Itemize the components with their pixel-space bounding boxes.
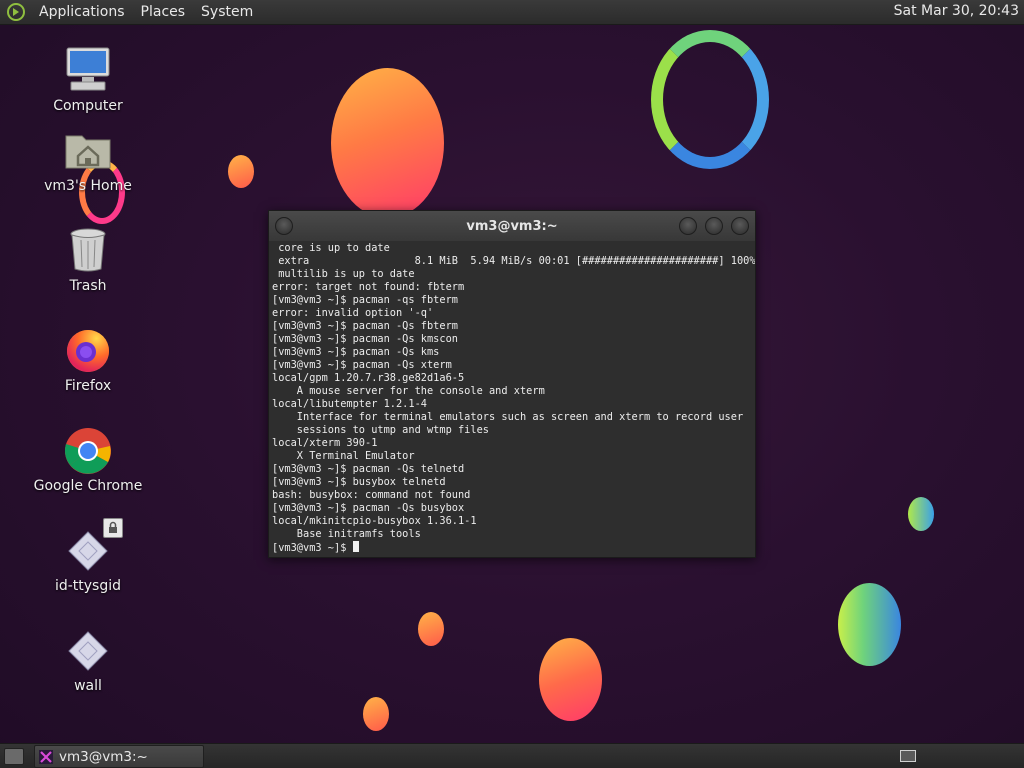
desktop-icon-firefox[interactable]: Firefox	[33, 324, 143, 394]
close-button[interactable]	[731, 217, 749, 235]
desktop-icon-label: wall	[74, 678, 102, 694]
show-desktop-icon[interactable]	[4, 748, 24, 765]
desktop-icon-label: id-ttysgid	[54, 578, 122, 594]
wallpaper-ring-large	[651, 30, 769, 169]
terminal-window[interactable]: vm3@vm3:~ core is up to date extra 8.1 M…	[268, 210, 756, 558]
taskbar-item-terminal[interactable]: vm3@vm3:~	[34, 745, 204, 768]
terminal-output: core is up to date extra 8.1 MiB 5.94 Mi…	[272, 242, 755, 554]
desktop-icon-home[interactable]: vm3's Home	[33, 124, 143, 194]
wallpaper-orange-dot-3	[363, 697, 389, 731]
terminal-prompt: [vm3@vm3 ~]$	[272, 542, 353, 554]
minimize-button[interactable]	[679, 217, 697, 235]
desktop-icon-id-ttysgid[interactable]: id-ttysgid	[33, 518, 143, 594]
wallpaper-orange-dot-2	[418, 612, 444, 646]
desktop-icon-computer[interactable]: Computer	[33, 44, 143, 114]
desktop-icon-label: vm3's Home	[44, 178, 132, 194]
wallpaper-orange-ellipse-large	[331, 68, 444, 218]
chrome-icon	[63, 424, 113, 474]
maximize-button[interactable]	[705, 217, 723, 235]
desktop-icon-label: Google Chrome	[33, 478, 143, 494]
file-icon	[63, 624, 113, 674]
desktop-icon-label: Firefox	[64, 378, 112, 394]
wallpaper-green-blue-ellipse	[838, 583, 901, 666]
distro-logo-icon[interactable]	[7, 3, 25, 21]
desktop-icon-label: Trash	[69, 278, 107, 294]
wallpaper-orange-dot	[228, 155, 254, 188]
firefox-icon	[63, 324, 113, 374]
workspace-switcher-icon[interactable]	[900, 750, 916, 762]
xterm-icon	[39, 749, 53, 764]
trash-icon	[63, 224, 113, 274]
applications-menu[interactable]: Applications	[31, 4, 133, 20]
wallpaper-orange-ellipse-medium	[539, 638, 602, 721]
places-menu[interactable]: Places	[133, 4, 194, 20]
home-folder-icon	[63, 124, 113, 174]
bottom-panel: vm3@vm3:~	[0, 743, 1024, 768]
panel-clock[interactable]: Sat Mar 30, 20:43	[894, 3, 1019, 19]
taskbar-item-label: vm3@vm3:~	[59, 748, 148, 765]
wallpaper-blue-dot	[908, 497, 934, 531]
terminal-content[interactable]: core is up to date extra 8.1 MiB 5.94 Mi…	[269, 241, 755, 557]
terminal-titlebar[interactable]: vm3@vm3:~	[269, 211, 755, 241]
desktop-icon-label: Computer	[53, 98, 123, 114]
top-panel: Applications Places System Sat Mar 30, 2…	[0, 0, 1024, 25]
text-cursor	[352, 541, 359, 552]
desktop-icon-trash[interactable]: Trash	[33, 224, 143, 294]
computer-icon	[63, 44, 113, 94]
system-menu[interactable]: System	[193, 4, 261, 20]
file-icon	[63, 518, 123, 574]
desktop-icon-wall[interactable]: wall	[33, 624, 143, 694]
lock-icon	[103, 518, 123, 538]
desktop-icon-chrome[interactable]: Google Chrome	[33, 424, 143, 494]
